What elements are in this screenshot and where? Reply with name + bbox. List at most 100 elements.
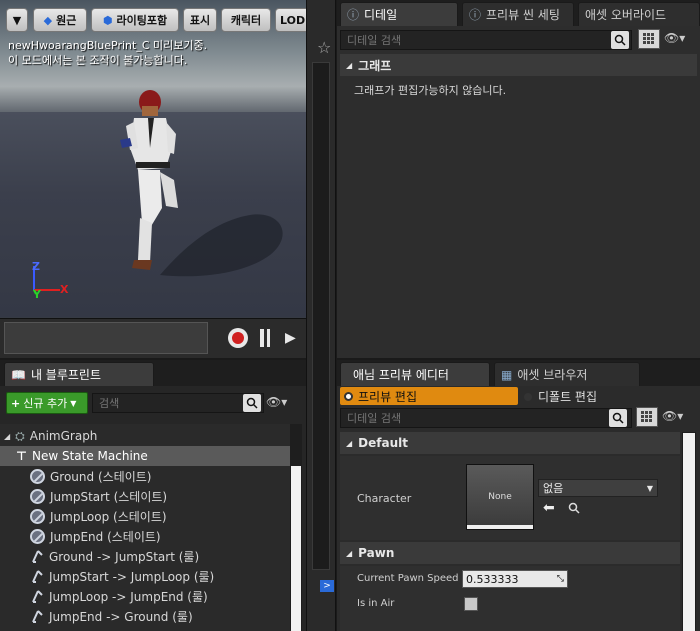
blueprint-search-field[interactable]: [99, 396, 257, 410]
browse-search-icon[interactable]: [568, 502, 580, 517]
add-new-button[interactable]: + 신규 추가 ▼: [6, 392, 88, 414]
tree-item-label: JumpStart -> JumpLoop (룰): [49, 569, 215, 584]
state-icon: [30, 468, 45, 484]
tree-item[interactable]: JumpLoop -> JumpEnd (룰): [30, 586, 290, 606]
tab-details[interactable]: ⓘ 디테일: [340, 2, 458, 26]
pawn-speed-label: Current Pawn Speed: [357, 573, 459, 584]
tree-item[interactable]: Ground -> JumpStart (룰): [30, 546, 290, 566]
preview-scroll-thumb[interactable]: [683, 433, 695, 631]
timeline-scrubber[interactable]: [4, 322, 208, 354]
state-icon: [30, 488, 45, 504]
edit-preview-label: 프리뷰 편집: [358, 389, 418, 404]
tree-item[interactable]: JumpLoop (스테이트): [30, 506, 290, 526]
details-search-field[interactable]: [347, 33, 625, 47]
graph-editor-area[interactable]: [312, 62, 330, 570]
eye-icon[interactable]: 👁▾: [664, 31, 685, 45]
tree-item-label: JumpStart (스테이트): [50, 489, 168, 504]
details-search-input[interactable]: [340, 30, 632, 50]
chevron-down-icon: ▼: [646, 483, 653, 493]
tab-asset-override[interactable]: 애셋 오버라이드: [578, 2, 700, 26]
animgraph-icon: ⛭: [15, 428, 25, 443]
tab-my-blueprint[interactable]: 📖 내 블루프린트: [4, 362, 154, 386]
step-forward-button[interactable]: ▶: [285, 330, 296, 346]
pawn-speed-input[interactable]: 0.533333 ⤡: [462, 570, 568, 588]
pause-button[interactable]: [260, 329, 270, 347]
tree-root-label: AnimGraph: [29, 429, 98, 443]
lighting-button[interactable]: ⬢ 라이팅포함: [91, 8, 179, 32]
tab-anim-preview-editor[interactable]: 애님 프리뷰 에디터: [340, 362, 490, 386]
state-machine-label: New State Machine: [31, 449, 148, 463]
tree-item-label: JumpLoop (스테이트): [50, 509, 167, 524]
edit-defaults-toggle[interactable]: 디폴트 편집: [524, 388, 597, 405]
character-thumbnail[interactable]: None: [466, 464, 534, 530]
tree-item-label: JumpLoop -> JumpEnd (룰): [49, 589, 208, 604]
tab-asset-browser-label: 애셋 브라우저: [517, 368, 588, 382]
search-icon[interactable]: [611, 31, 629, 49]
preview-viewport[interactable]: ▼ ◆ 원근 ⬢ 라이팅포함 표시 캐릭터 LOD newHwoarangBlu…: [0, 0, 306, 358]
character-asset-combo[interactable]: 없음 ▼: [538, 479, 658, 497]
tab-details-label: 디테일: [364, 8, 398, 22]
viewport-message: newHwoarangBluePrint_C 미리보기중. 이 모드에서는 본 …: [8, 38, 207, 68]
transition-rule-icon: [30, 549, 44, 564]
edit-preview-toggle[interactable]: 프리뷰 편집: [340, 387, 518, 405]
tab-preview-scene-label: 프리뷰 씬 세팅: [486, 8, 560, 22]
console-icon[interactable]: >: [320, 580, 334, 592]
plus-icon: +: [11, 396, 21, 410]
preview-search-input[interactable]: [340, 408, 632, 428]
in-air-checkbox[interactable]: [464, 597, 478, 611]
tab-my-blueprint-label: 내 블루프린트: [30, 368, 102, 382]
info-icon: ⓘ: [469, 8, 482, 22]
graph-not-editable-message: 그래프가 편집가능하지 않습니다.: [354, 84, 507, 97]
tree-item-label: Ground (스테이트): [50, 469, 152, 484]
tab-preview-scene-settings[interactable]: ⓘ 프리뷰 씬 세팅: [462, 2, 574, 26]
graph-section-header[interactable]: ◢ 그래프: [340, 54, 697, 76]
axis-x-label: X: [60, 283, 69, 296]
state-icon: [30, 528, 45, 544]
tab-asset-override-label: 애셋 오버라이드: [585, 8, 667, 22]
tree-item-label: Ground -> JumpStart (룰): [49, 549, 200, 564]
character-asset-value: 없음: [543, 482, 564, 495]
collapse-arrow-icon: ◢: [4, 431, 11, 441]
character-button[interactable]: 캐릭터: [221, 8, 271, 32]
default-section-header[interactable]: ◢ Default: [340, 432, 680, 454]
tree-item-label: JumpEnd -> Ground (룰): [49, 609, 193, 624]
blueprint-search-input[interactable]: [92, 393, 264, 413]
thumbnail-underline: [467, 525, 533, 529]
show-button[interactable]: 표시: [183, 8, 217, 32]
collapse-arrow-icon: ◢: [346, 548, 353, 558]
collapse-arrow-icon: ◢: [346, 60, 353, 70]
record-button[interactable]: [228, 328, 248, 348]
pawn-section-title: Pawn: [358, 546, 395, 560]
transition-rule-icon: [30, 609, 44, 624]
eye-icon[interactable]: 👁▾: [662, 409, 683, 423]
tree-item[interactable]: JumpEnd -> Ground (룰): [30, 606, 290, 626]
radio-selected-icon: [344, 391, 353, 401]
tree-item-state-machine[interactable]: ⊤ New State Machine: [16, 446, 148, 466]
tree-item-label: JumpEnd (스테이트): [50, 529, 161, 544]
lod-button[interactable]: LOD: [275, 8, 306, 32]
eye-icon[interactable]: 👁▾: [266, 395, 287, 409]
search-icon[interactable]: [243, 394, 261, 412]
tree-item[interactable]: JumpStart -> JumpLoop (룰): [30, 566, 290, 586]
tree-item[interactable]: JumpEnd (스테이트): [30, 526, 290, 546]
viewport-options-button[interactable]: ▼: [6, 8, 28, 32]
perspective-button[interactable]: ◆ 원근: [33, 8, 87, 32]
search-icon[interactable]: [609, 409, 627, 427]
use-selected-arrow-icon[interactable]: ⬅: [543, 500, 555, 516]
grid-view-icon[interactable]: [636, 407, 658, 427]
collapse-arrow-icon: ◢: [346, 438, 353, 448]
tab-anim-preview-label: 애님 프리뷰 에디터: [353, 368, 449, 382]
blueprint-scroll-thumb[interactable]: [291, 466, 301, 631]
book-icon: 📖: [11, 367, 26, 382]
tree-root-animgraph[interactable]: ◢ ⛭ AnimGraph: [4, 426, 97, 446]
chevron-down-icon: ▼: [70, 398, 77, 408]
preview-search-field[interactable]: [347, 411, 625, 425]
radio-unselected-icon: [524, 392, 532, 401]
star-icon[interactable]: ☆: [317, 38, 331, 57]
pawn-section-header[interactable]: ◢ Pawn: [340, 542, 680, 564]
tab-asset-browser[interactable]: ▦ 애셋 브라우저: [494, 362, 640, 386]
grid-view-icon[interactable]: [638, 29, 660, 49]
lit-sphere-icon: ⬢: [102, 13, 113, 27]
tree-item[interactable]: JumpStart (스테이트): [30, 486, 290, 506]
tree-item[interactable]: Ground (스테이트): [30, 466, 290, 486]
